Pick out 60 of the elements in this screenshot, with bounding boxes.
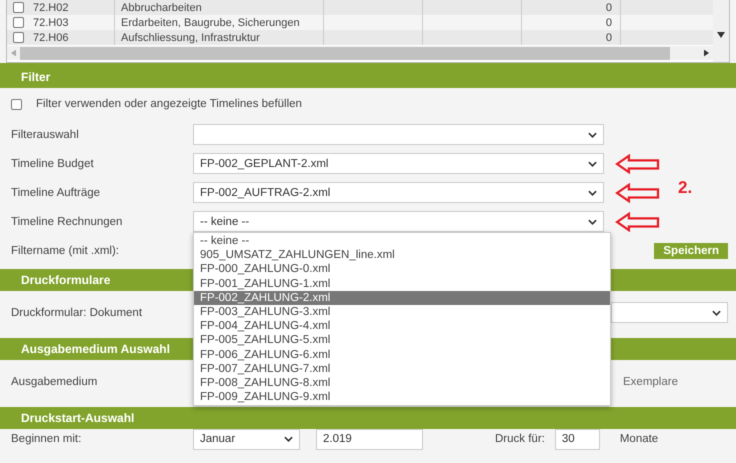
field-label: Druck für: xyxy=(495,433,545,445)
dropdown-option[interactable]: FP-001_ZAHLUNG-1.xml xyxy=(194,276,610,291)
field-label: Filtername (mit .xml): xyxy=(11,244,120,256)
field-label: Timeline Aufträge xyxy=(11,186,102,198)
table-cell: 72.H03 xyxy=(33,16,68,28)
select-field[interactable] xyxy=(193,124,604,145)
vertical-scrollbar[interactable] xyxy=(713,0,729,62)
field-label: Ausgabemedium xyxy=(11,376,98,388)
dropdown-option[interactable]: FP-004_ZAHLUNG-4.xml xyxy=(194,319,610,334)
horizontal-scrollbar[interactable] xyxy=(7,46,713,60)
dropdown-option[interactable]: FP-008_ZAHLUNG-8.xml xyxy=(194,376,610,390)
chevron-icon xyxy=(284,436,293,442)
scroll-right-icon[interactable] xyxy=(704,49,709,57)
dropdown-option[interactable]: FP-003_ZAHLUNG-3.xml xyxy=(194,304,610,320)
table-cell: 72.H06 xyxy=(33,32,68,44)
table-cell: 0 xyxy=(606,32,612,44)
month-select[interactable]: Januar xyxy=(193,428,300,450)
dropdown-option[interactable]: FP-009_ZAHLUNG-9.xml xyxy=(194,390,610,404)
checkbox-label: Filter verwenden oder angezeigte Timelines befüllen xyxy=(36,98,302,110)
select-field[interactable] xyxy=(611,302,728,323)
table-cell: 0 xyxy=(606,2,612,14)
annotation-label: 2. xyxy=(678,178,692,198)
section-title: Druckstart-Auswahl xyxy=(21,411,134,425)
section-title: Ausgabemedium Auswahl xyxy=(21,342,170,356)
chevron-icon xyxy=(588,218,597,224)
section-title: Filter xyxy=(21,70,50,84)
field-label: Timeline Budget xyxy=(11,158,95,170)
select-field[interactable]: -- keine -- xyxy=(193,211,604,232)
chevron-icon xyxy=(588,132,597,138)
dropdown-option[interactable]: FP-006_ZAHLUNG-6.xml xyxy=(194,348,610,362)
filter-checkbox[interactable] xyxy=(11,98,22,110)
year-field[interactable]: 2.019 xyxy=(316,428,423,450)
table-cell: Erdarbeiten, Baugrube, Sicherungen xyxy=(121,16,300,28)
field-label: Monate xyxy=(620,433,658,445)
months-field[interactable]: 30 xyxy=(554,428,600,450)
chevron-icon xyxy=(588,160,597,166)
scroll-down-icon[interactable] xyxy=(717,32,725,38)
dropdown-option[interactable]: 905_UMSATZ_ZAHLUNGEN_line.xml xyxy=(194,248,610,262)
section-title: Druckformulare xyxy=(21,273,110,287)
table-cell: 72.H02 xyxy=(33,2,68,14)
dropdown-option[interactable]: -- keine -- xyxy=(194,234,610,248)
select-field[interactable]: FP-002_GEPLANT-2.xml xyxy=(193,153,604,174)
table-cell: Aufschliessung, Infrastruktur xyxy=(121,32,260,44)
row-checkbox[interactable] xyxy=(12,32,24,43)
chevron-icon xyxy=(712,310,721,316)
dropdown-option[interactable]: FP-007_ZAHLUNG-7.xml xyxy=(194,362,610,376)
table-cell: 0 xyxy=(606,16,612,28)
dropdown-option[interactable]: FP-002_ZAHLUNG-2.xml xyxy=(194,290,610,305)
table-cell: Abbrucharbeiten xyxy=(121,2,202,14)
chevron-icon xyxy=(588,190,597,196)
dropdown-option[interactable]: FP-000_ZAHLUNG-0.xml xyxy=(194,262,610,277)
row-checkbox[interactable] xyxy=(12,2,24,13)
field-label: Filterauswahl xyxy=(11,128,80,140)
field-label: Druckformular: Dokument xyxy=(11,306,144,318)
dropdown-option[interactable]: FP-005_ZAHLUNG-5.xml xyxy=(194,333,610,348)
field-label: Timeline Rechnungen xyxy=(11,216,124,228)
select-field[interactable]: FP-002_AUFTRAG-2.xml xyxy=(193,182,604,203)
field-label: Exemplare xyxy=(623,376,678,388)
field-label: Beginnen mit: xyxy=(11,433,82,445)
row-checkbox[interactable] xyxy=(12,17,24,28)
